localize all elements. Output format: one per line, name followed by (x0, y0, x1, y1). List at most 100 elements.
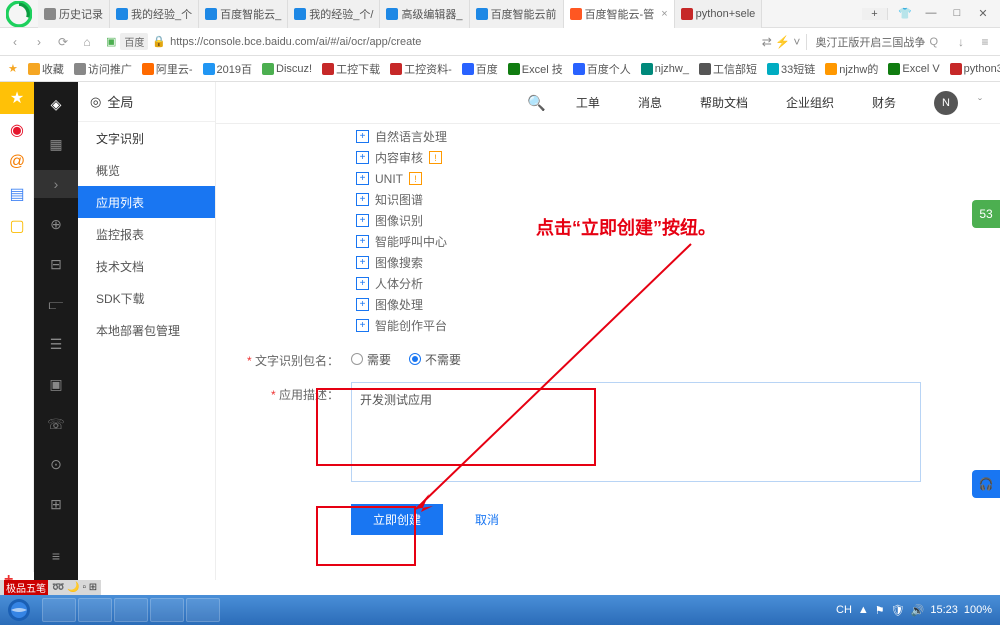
bookmark-item[interactable]: njzhw的 (825, 61, 878, 77)
refresh-button[interactable]: ⟳ (54, 33, 72, 51)
capability-item[interactable]: +智能呼叫中心 (356, 231, 970, 252)
sidebar-group[interactable]: 文字识别 (78, 122, 215, 154)
bookmark-star[interactable]: ★ (8, 62, 18, 75)
capability-item[interactable]: +知识图谱 (356, 189, 970, 210)
cancel-button[interactable]: 取消 (463, 504, 511, 535)
nav-cube-icon[interactable]: ◈ (42, 90, 70, 118)
bookmark-item[interactable]: 收藏 (28, 61, 64, 77)
radio-no-need[interactable]: 不需要 (409, 351, 461, 368)
float-headset-icon[interactable]: 🎧 (972, 470, 1000, 498)
topnav-link[interactable]: 消息 (638, 94, 662, 111)
browser-tab[interactable]: 百度智能云-管 × (564, 0, 675, 28)
nav-chart-icon[interactable]: ⫍ (42, 290, 70, 318)
bookmarks-bar: ★ 收藏访问推广阿里云- 2019百 Discuz! 工控下载工控资料- 百度 Excel… (0, 56, 1000, 82)
capability-item[interactable]: +内容审核! (356, 147, 970, 168)
bookmark-item[interactable]: 工控资料- (390, 61, 452, 77)
new-tab-button[interactable]: + (862, 8, 888, 20)
capability-item[interactable]: +UNIT! (356, 168, 970, 189)
nav-body-icon[interactable]: ⊞ (42, 490, 70, 518)
sidebar-item[interactable]: 应用列表 (78, 186, 215, 218)
topnav-link[interactable]: 企业组织 (786, 94, 834, 111)
nav-globe-icon[interactable]: ⊕ (42, 210, 70, 238)
task-app-3[interactable] (114, 598, 148, 622)
task-app-5[interactable] (186, 598, 220, 622)
bookmark-item[interactable]: njzhw_ (641, 63, 689, 75)
sidebar-item[interactable]: 本地部署包管理 (78, 314, 215, 346)
nav-grid-icon[interactable]: ▦ (42, 130, 70, 158)
topnav-link[interactable]: 工单 (576, 94, 600, 111)
bookmark-item[interactable]: 百度 (462, 61, 498, 77)
bookmark-item[interactable]: 33短链 (767, 61, 815, 77)
avatar-chevron-icon[interactable]: ˇ (978, 96, 982, 110)
browser-tab[interactable]: 百度智能云_ (199, 0, 288, 28)
capability-item[interactable]: +图像处理 (356, 294, 970, 315)
float-badge-green[interactable]: 53 (972, 200, 1000, 228)
sidebar-item[interactable]: 技术文档 (78, 250, 215, 282)
nav-arrow-icon[interactable]: › (34, 170, 78, 198)
task-app-4[interactable] (150, 598, 184, 622)
user-avatar[interactable]: N (934, 91, 958, 115)
capability-item[interactable]: +图像搜索 (356, 252, 970, 273)
url-field[interactable]: ▣ 百度 🔒 https://console.bce.baidu.com/ai/… (102, 33, 756, 50)
browser-tab[interactable]: 我的经验_个/ (288, 0, 380, 28)
strip-doc-icon[interactable]: ▤ (0, 178, 34, 210)
start-button[interactable] (0, 595, 38, 625)
capability-item[interactable]: +人体分析 (356, 273, 970, 294)
search-box[interactable]: 奥汀正版开启三国战争 Q (806, 34, 946, 50)
task-app-2[interactable] (78, 598, 112, 622)
bookmark-item[interactable]: 2019百 (203, 61, 252, 77)
forward-button[interactable]: › (30, 33, 48, 51)
topbar-search-icon[interactable]: 🔍 (527, 94, 546, 112)
pkg-row: * 文字识别包名： 需要 不需要 (246, 348, 970, 370)
task-app-1[interactable] (42, 598, 76, 622)
home-button[interactable]: ⌂ (78, 33, 96, 51)
capability-item[interactable]: +智能创作平台 (356, 315, 970, 336)
nav-scan-icon[interactable]: ⊟ (42, 250, 70, 278)
bookmark-item[interactable]: Discuz! (262, 63, 312, 75)
download-button[interactable]: ↓ (952, 33, 970, 51)
browser-tab[interactable]: python+sele (675, 0, 763, 28)
nav-list-icon[interactable]: ☰ (42, 330, 70, 358)
bookmark-item[interactable]: 工信部短 (699, 61, 757, 77)
address-bar: ‹ › ⟳ ⌂ ▣ 百度 🔒 https://console.bce.baidu… (0, 28, 1000, 56)
bookmark-item[interactable]: 工控下载 (322, 61, 380, 77)
strip-fav-icon[interactable]: ★ (0, 82, 34, 114)
nav-image-icon[interactable]: ▣ (42, 370, 70, 398)
maximize-button[interactable]: □ (948, 7, 966, 20)
browser-tab[interactable]: 高级编辑器_ (380, 0, 469, 28)
system-tray[interactable]: CH▲⚑🛡🔊 15:23 100% (828, 604, 1000, 617)
skin-button[interactable]: 👕 (896, 7, 914, 20)
sidebar-item[interactable]: 监控报表 (78, 218, 215, 250)
minimize-button[interactable]: — (922, 7, 940, 20)
strip-at-icon[interactable]: @ (0, 146, 34, 178)
capability-item[interactable]: +自然语言处理 (356, 126, 970, 147)
bookmark-item[interactable]: 阿里云- (142, 61, 193, 77)
browser-tab[interactable]: 百度智能云前 (470, 0, 564, 28)
menu-button[interactable]: ≡ (976, 33, 994, 51)
sidebar-item[interactable]: SDK下载 (78, 282, 215, 314)
topnav-link[interactable]: 帮助文档 (700, 94, 748, 111)
bookmark-item[interactable]: python3 (950, 63, 1000, 75)
strip-box-icon[interactable]: ▢ (0, 210, 34, 242)
create-button[interactable]: 立即创建 (351, 504, 443, 535)
close-button[interactable]: ✕ (974, 7, 992, 20)
strip-weibo-icon[interactable]: ◉ (0, 114, 34, 146)
url-text: https://console.bce.baidu.com/ai/#/ai/oc… (170, 36, 421, 48)
nav-search-icon[interactable]: ⊙ (42, 450, 70, 478)
back-button[interactable]: ‹ (6, 33, 24, 51)
ime-toolbar[interactable]: 极品五笔 ➿ 🌙 ▫ ⊞ (0, 580, 101, 595)
capability-item[interactable]: +图像识别 (356, 210, 970, 231)
bookmark-item[interactable]: 百度个人 (573, 61, 631, 77)
nav-phone-icon[interactable]: ☏ (42, 410, 70, 438)
bookmark-item[interactable]: 访问推广 (74, 61, 132, 77)
sidebar-item[interactable]: 概览 (78, 154, 215, 186)
topnav-link[interactable]: 财务 (872, 94, 896, 111)
sidebar-scope[interactable]: ◎ 全局 (78, 82, 215, 122)
nav-collapse-icon[interactable]: ≡ (42, 542, 70, 570)
radio-need[interactable]: 需要 (351, 351, 391, 368)
browser-tab[interactable]: 我的经验_个 (110, 0, 199, 28)
description-textarea[interactable]: 开发测试应用 (351, 382, 921, 482)
bookmark-item[interactable]: Excel V (888, 63, 939, 75)
browser-tab[interactable]: 历史记录 (38, 0, 110, 28)
bookmark-item[interactable]: Excel 技 (508, 61, 563, 77)
